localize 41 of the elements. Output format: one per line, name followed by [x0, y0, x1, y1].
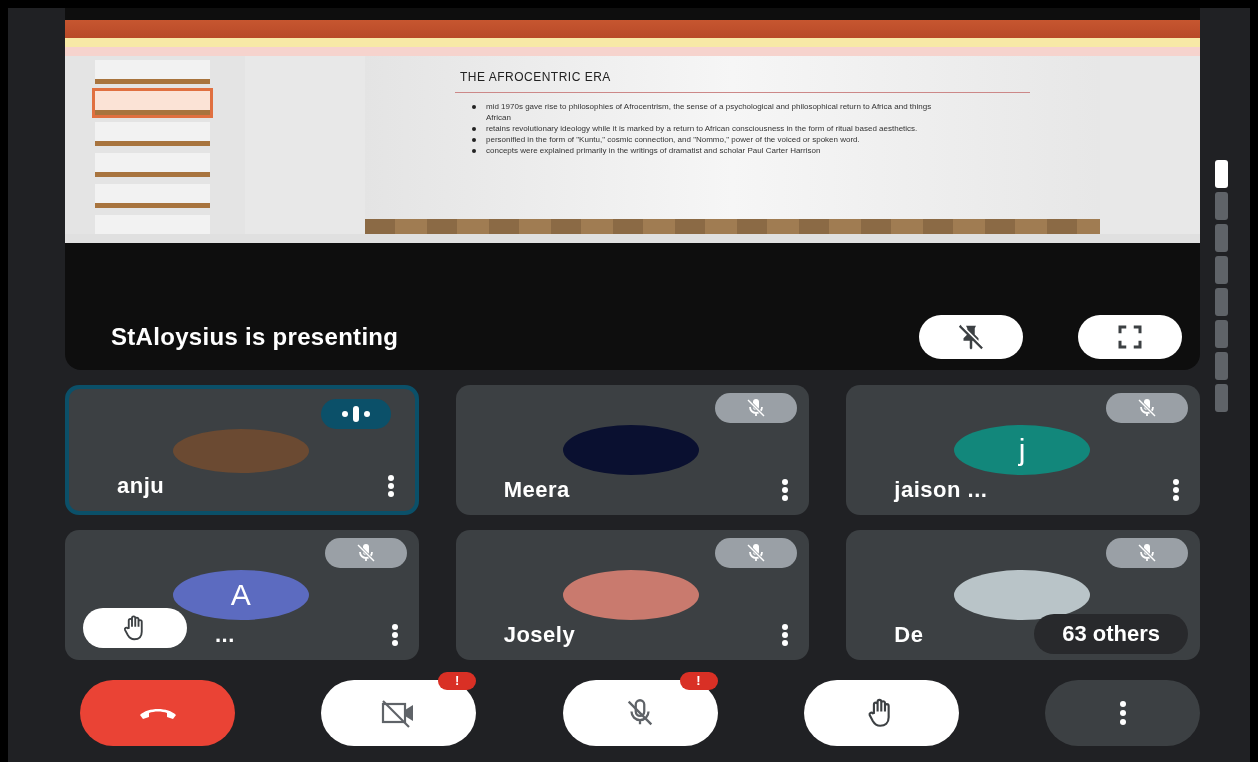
others-button[interactable]: 63 others — [1034, 614, 1188, 654]
fullscreen-button[interactable] — [1078, 314, 1182, 359]
speaking-indicator-icon — [320, 399, 391, 429]
slide-thumbnail[interactable] — [95, 153, 210, 177]
avatar-initial: j — [954, 425, 1091, 475]
slide-bullet: retains revolutionary ideology while it is marked by a return to African consciousness in the form of ritual based aesthetics. — [486, 123, 918, 134]
participant-name: De — [894, 622, 924, 648]
slide-thumbnail[interactable] — [95, 184, 210, 208]
participant-name: Josely — [503, 622, 576, 648]
bullet-icon — [472, 138, 476, 142]
alert-badge: ! — [438, 672, 477, 690]
participant-name: jaison ... — [894, 477, 988, 503]
participant-tile[interactable]: A ... — [65, 530, 419, 660]
participant-name: Meera — [503, 477, 570, 503]
participant-tile[interactable]: Josely — [455, 530, 810, 660]
slide-thumbnail[interactable] — [95, 122, 210, 146]
slide-title: THE AFROCENTRIC ERA — [460, 70, 612, 84]
bullet-icon — [472, 127, 476, 131]
slide-thumbnail[interactable] — [95, 60, 210, 84]
bullet-icon — [472, 149, 476, 153]
unpin-button[interactable] — [919, 314, 1023, 359]
participant-tile[interactable]: anju — [65, 385, 419, 515]
camera-off-button[interactable] — [321, 680, 477, 746]
participant-name: anju — [117, 473, 165, 499]
participant-tile[interactable]: Meera — [455, 385, 810, 515]
slide-bullet: personified in the form of "Kuntu," cosmic connection, and "Nommo," power of the voiced or spoken word. — [486, 134, 860, 145]
more-options-icon[interactable] — [1172, 478, 1180, 502]
participant-name: ... — [215, 622, 235, 648]
bullet-icon — [472, 105, 476, 109]
more-options-icon — [1117, 699, 1128, 727]
presenter-label: StAloysius is presenting — [111, 322, 399, 351]
slide-bullet: concepts were explained primarily in the writings of dramatist and scholar Paul Carter Harrison — [486, 145, 821, 156]
avatar-initial: A — [172, 570, 309, 620]
participant-tile[interactable]: j jaison ... — [846, 385, 1200, 515]
slide-thumbnail[interactable] — [95, 91, 210, 115]
more-options-icon[interactable] — [781, 623, 790, 647]
more-options-icon[interactable] — [386, 474, 395, 498]
participant-tile[interactable]: De 63 others — [846, 530, 1200, 660]
more-options-icon[interactable] — [781, 478, 790, 502]
alert-badge: ! — [679, 672, 718, 690]
more-options-icon[interactable] — [390, 623, 399, 647]
